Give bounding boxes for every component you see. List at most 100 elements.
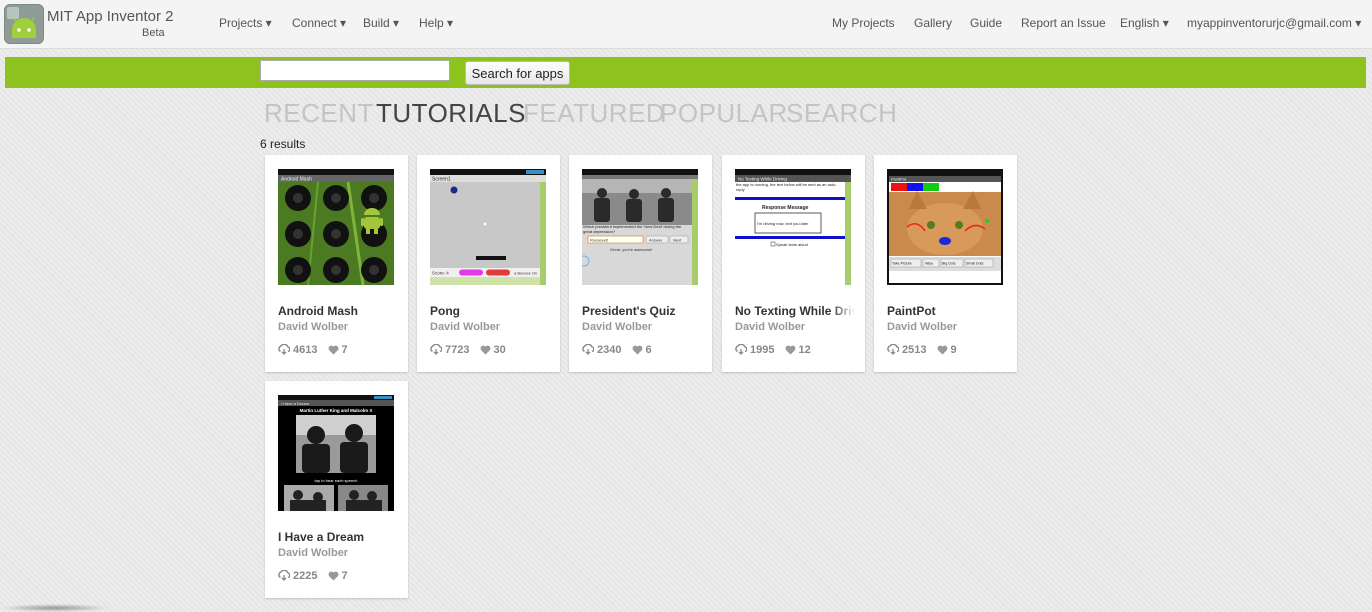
app-author[interactable]: David Wolber: [887, 321, 957, 333]
download-count: 1995: [750, 344, 775, 356]
tab-tutorials[interactable]: TUTORIALS: [376, 98, 526, 129]
link-guide[interactable]: Guide: [970, 16, 1002, 30]
app-title[interactable]: Pong: [430, 304, 550, 318]
app-stats: 1995 12: [735, 343, 811, 356]
results-count: 6 results: [260, 137, 306, 151]
tab-recent[interactable]: RECENT: [264, 98, 374, 129]
tab-featured[interactable]: FEATURED: [523, 98, 665, 129]
heart-icon[interactable]: [328, 571, 339, 581]
app-title[interactable]: No Texting While Driving: [735, 304, 855, 318]
download-count: 2513: [902, 344, 927, 356]
tab-popular[interactable]: POPULAR: [660, 98, 788, 129]
app-thumbnail[interactable]: Android Mash: [278, 169, 394, 285]
link-my-projects[interactable]: My Projects: [832, 16, 895, 30]
thumb-text: I Have a Dream: [281, 401, 310, 406]
menu-help[interactable]: Help ▾: [419, 16, 453, 30]
app-stats: 2340 6: [582, 343, 652, 356]
heart-icon[interactable]: [328, 345, 339, 355]
heart-icon[interactable]: [632, 345, 643, 355]
app-title[interactable]: PaintPot: [887, 304, 1007, 318]
tab-search[interactable]: SEARCH: [786, 98, 897, 129]
app-author[interactable]: David Wolber: [278, 547, 348, 559]
top-navbar: MIT App Inventor 2 Beta Projects ▾ Conne…: [0, 0, 1372, 49]
menu-account[interactable]: myappinventorurjc@gmail.com ▾: [1187, 16, 1361, 30]
app-title[interactable]: I Have a Dream: [278, 530, 398, 544]
download-count: 2340: [597, 344, 622, 356]
app-thumbnail[interactable]: No Texting While Driving the app is runn…: [735, 169, 851, 285]
like-count: 12: [798, 344, 811, 356]
link-report-issue[interactable]: Report an Issue: [1021, 16, 1106, 30]
download-icon: [582, 343, 595, 355]
download-icon: [430, 343, 443, 355]
app-thumbnail[interactable]: PaintPot Take Picture Wipe Big Dots Smal…: [887, 169, 1003, 285]
download-count: 2225: [293, 570, 318, 582]
heart-icon[interactable]: [480, 345, 491, 355]
download-icon: [735, 343, 748, 355]
thumb-text: PaintPot: [891, 177, 907, 182]
thumb-text: Next: [673, 238, 682, 243]
thumb-text: tap to hear each speech: [315, 478, 358, 483]
app-card-presidents-quiz[interactable]: Which president implemented the 'New Dea…: [569, 155, 712, 372]
app-card-pong[interactable]: Screen1 Score: 4 a Bounce On Pong David …: [417, 155, 560, 372]
thumb-text: Wipe: [925, 262, 933, 266]
thumb-text: Speak texts aloud: [776, 242, 808, 247]
thumb-text: Martin Luther King and Malcolm X: [300, 408, 373, 413]
thumb-text: Android Mash: [281, 177, 312, 183]
like-count: 7: [341, 570, 348, 582]
menu-build[interactable]: Build ▾: [363, 16, 399, 30]
heart-icon[interactable]: [785, 345, 796, 355]
app-stats: 7723 30: [430, 343, 506, 356]
thumb-text: Roosevelt: [590, 238, 609, 243]
thumb-text: Take Picture: [892, 262, 912, 266]
app-title[interactable]: Android Mash: [278, 304, 398, 318]
heart-icon[interactable]: [937, 345, 948, 355]
app-card-android-mash[interactable]: Android Mash Android Mash David Wolber 4…: [265, 155, 408, 372]
download-icon: [887, 343, 900, 355]
app-thumbnail[interactable]: I Have a Dream Martin Luther King and Ma…: [278, 395, 394, 511]
search-bar: [5, 57, 1366, 88]
thumb-text: Small Dots: [966, 262, 984, 266]
like-count: 30: [493, 344, 506, 356]
menu-projects[interactable]: Projects ▾: [219, 16, 272, 30]
thumb-text: Response Message: [762, 205, 809, 211]
thumb-text: a Bounce On: [514, 271, 537, 276]
link-gallery[interactable]: Gallery: [914, 16, 952, 30]
download-icon: [278, 343, 291, 355]
app-inventor-logo-icon[interactable]: [4, 4, 44, 44]
thumb-text: Answer: [649, 238, 663, 243]
app-card-no-texting[interactable]: No Texting While Driving the app is runn…: [722, 155, 865, 372]
beta-label: Beta: [142, 27, 165, 39]
app-card-i-have-a-dream[interactable]: I Have a Dream Martin Luther King and Ma…: [265, 381, 408, 598]
thumb-text: Big Dots: [942, 262, 956, 266]
app-author[interactable]: David Wolber: [735, 321, 805, 333]
download-count: 4613: [293, 344, 318, 356]
brand-title[interactable]: MIT App Inventor 2: [47, 8, 173, 25]
page-shadow: [0, 604, 110, 612]
app-author[interactable]: David Wolber: [582, 321, 652, 333]
like-count: 9: [950, 344, 957, 356]
thumb-text: Screen1: [432, 177, 451, 183]
app-card-paintpot[interactable]: PaintPot Take Picture Wipe Big Dots Smal…: [874, 155, 1017, 372]
like-count: 7: [341, 344, 348, 356]
app-thumbnail[interactable]: Screen1 Score: 4 a Bounce On: [430, 169, 546, 285]
thumb-text: Which president implemented the 'New Dea…: [583, 225, 682, 234]
thumb-text: No Texting While Driving: [738, 177, 787, 182]
thumb-text: I'm driving now, text you later: [757, 221, 809, 226]
menu-language[interactable]: English ▾: [1120, 16, 1169, 30]
app-author[interactable]: David Wolber: [278, 321, 348, 333]
thumb-text: Score: 4: [432, 271, 449, 276]
like-count: 6: [645, 344, 652, 356]
thumb-text: the app is running, the text below will …: [736, 183, 837, 192]
search-apps-button[interactable]: Search for apps: [465, 61, 570, 85]
download-count: 7723: [445, 344, 470, 356]
thumb-text: Great, you're awesome!: [610, 247, 652, 252]
app-stats: 2225 7: [278, 569, 348, 582]
download-icon: [278, 569, 291, 581]
search-input[interactable]: [260, 60, 450, 81]
app-stats: 4613 7: [278, 343, 348, 356]
menu-connect[interactable]: Connect ▾: [292, 16, 346, 30]
app-author[interactable]: David Wolber: [430, 321, 500, 333]
app-stats: 2513 9: [887, 343, 957, 356]
app-thumbnail[interactable]: Which president implemented the 'New Dea…: [582, 169, 698, 285]
app-title[interactable]: President's Quiz: [582, 304, 702, 318]
